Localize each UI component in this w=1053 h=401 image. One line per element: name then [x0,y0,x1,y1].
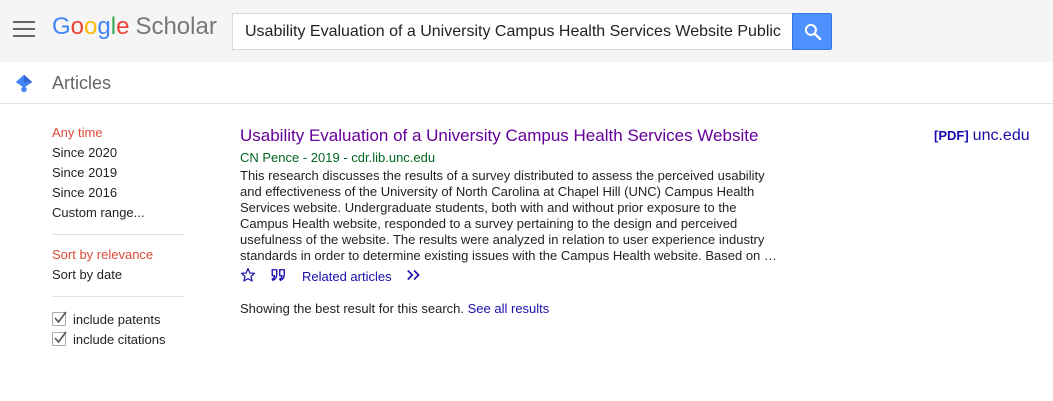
sidebar-divider [52,296,184,297]
see-all-results-link[interactable]: See all results [468,301,550,316]
logo-letter: o [70,13,85,40]
time-filter-list: Any time Since 2020 Since 2019 Since 201… [52,125,192,225]
logo-letter: o [84,13,98,40]
best-result-text: Showing the best result for this search. [240,301,465,316]
logo-suffix: Scholar [135,13,217,40]
logo-letter: e [116,13,130,40]
related-articles-link[interactable]: Related articles [302,269,392,284]
result-title-link[interactable]: Usability Evaluation of a University Cam… [240,126,785,145]
time-filter-since-2019[interactable]: Since 2019 [52,165,192,185]
result-snippet: This research discusses the results of a… [240,168,777,263]
include-citations-label: include citations [73,331,166,347]
include-patents-checkbox[interactable] [52,311,67,326]
quote-icon[interactable] [270,267,288,286]
include-citations-checkbox[interactable] [52,331,67,346]
more-icon[interactable] [406,268,424,285]
subheader: Articles [0,62,1053,104]
search-box [232,13,793,50]
result-actions: Related articles [240,266,785,286]
include-patents-label: include patents [73,311,161,327]
result-meta: CN Pence - 2019 - cdr.lib.unc.edu [240,150,436,165]
logo-letter: g [97,13,111,40]
star-icon[interactable] [240,267,256,286]
sort-by-relevance[interactable]: Sort by relevance [52,247,192,267]
sidebar: Any time Since 2020 Since 2019 Since 201… [52,125,192,349]
hamburger-menu-icon[interactable] [13,21,35,37]
pdf-domain: unc.edu [972,127,1030,144]
time-filter-any-time[interactable]: Any time [52,125,192,145]
time-filter-custom-range[interactable]: Custom range... [52,205,192,225]
checkmark-icon [54,331,67,344]
time-filter-since-2020[interactable]: Since 2020 [52,145,192,165]
time-filter-since-2016[interactable]: Since 2016 [52,185,192,205]
sort-by-date[interactable]: Sort by date [52,267,192,287]
checkmark-icon [54,311,67,324]
pdf-link[interactable]: [PDF] unc.edu [934,127,1030,145]
sort-options: Sort by relevance Sort by date [52,247,192,287]
search-result: Usability Evaluation of a University Cam… [240,126,785,286]
section-title: Articles [52,73,112,93]
google-scholar-logo[interactable]: Google Scholar [52,13,217,41]
include-patents-toggle[interactable]: include patents [52,309,192,329]
search-input[interactable] [233,14,792,49]
include-citations-toggle[interactable]: include citations [52,329,192,349]
logo-letter: G [52,13,71,40]
scholar-cap-icon [15,74,33,93]
pdf-tag: [PDF] [934,128,969,143]
search-icon [804,23,822,41]
header: Google Scholar [0,0,1053,62]
best-result-notice: Showing the best result for this search.… [240,301,549,316]
search-button[interactable] [792,13,832,50]
sidebar-divider [52,234,184,235]
